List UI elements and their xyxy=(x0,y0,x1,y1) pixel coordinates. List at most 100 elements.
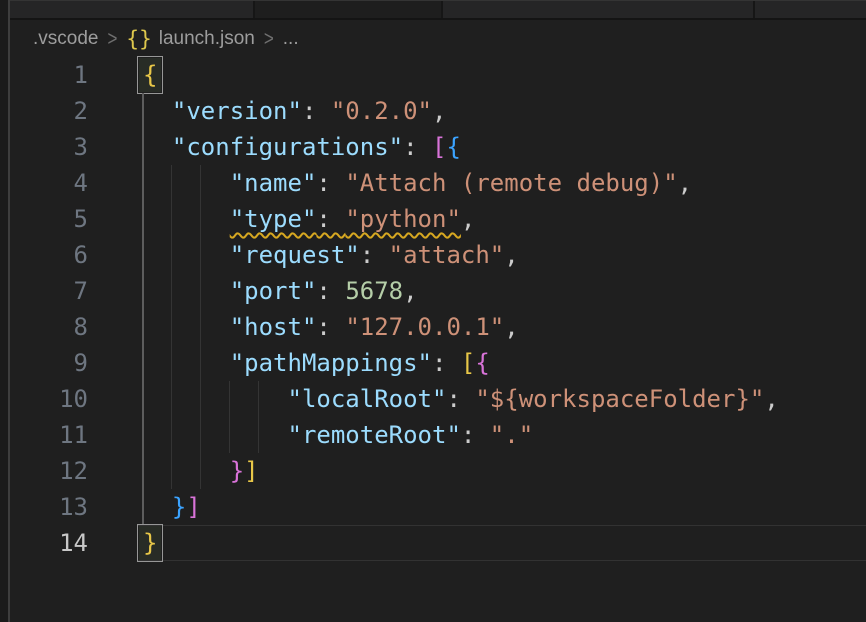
breadcrumb: .vscode > {} launch.json > ... xyxy=(10,21,866,57)
active-indent-guide xyxy=(142,381,144,417)
active-indent-guide xyxy=(142,345,144,381)
indent-guide xyxy=(171,417,172,453)
sidebar-edge xyxy=(0,0,8,622)
code-token: "attach" xyxy=(389,241,505,269)
breadcrumb-file[interactable]: launch.json xyxy=(159,28,255,50)
code-token: "request" xyxy=(230,241,360,269)
line-number[interactable]: 14 xyxy=(0,525,88,561)
active-indent-guide xyxy=(142,201,144,237)
code-token: ] xyxy=(244,457,258,485)
line-number[interactable]: 11 xyxy=(0,417,88,453)
code-text: "type": "python", xyxy=(143,201,475,237)
indent-guide xyxy=(200,273,201,309)
code-line[interactable]: 9 "pathMappings": [{ xyxy=(0,345,866,381)
code-token: "python" xyxy=(345,205,461,233)
code-text: "host": "127.0.0.1", xyxy=(143,309,519,345)
code-line[interactable]: 11 "remoteRoot": "." xyxy=(0,417,866,453)
code-token: , xyxy=(403,277,417,305)
code-token: , xyxy=(764,385,778,413)
code-line[interactable]: 13 }] xyxy=(0,489,866,525)
code-line[interactable]: 6 "request": "attach", xyxy=(0,237,866,273)
line-number[interactable]: 8 xyxy=(0,309,88,345)
indent-guide xyxy=(229,417,230,453)
indent-guide xyxy=(200,201,201,237)
code-token xyxy=(143,205,230,233)
line-number[interactable]: 5 xyxy=(0,201,88,237)
active-indent-guide xyxy=(142,489,144,525)
active-indent-guide xyxy=(142,309,144,345)
code-line[interactable]: 2 "version": "0.2.0", xyxy=(0,93,866,129)
active-indent-guide xyxy=(142,417,144,453)
code-line[interactable]: 12 }] xyxy=(0,453,866,489)
code-text: } xyxy=(143,525,157,561)
line-number[interactable]: 10 xyxy=(0,381,88,417)
code-token: : xyxy=(360,241,389,269)
active-indent-guide xyxy=(142,129,144,165)
tab-bar xyxy=(0,0,866,20)
active-indent-guide xyxy=(142,453,144,489)
indent-guide xyxy=(171,381,172,417)
code-line[interactable]: 4 "name": "Attach (remote debug)", xyxy=(0,165,866,201)
chevron-right-icon: > xyxy=(107,27,117,52)
line-number[interactable]: 13 xyxy=(0,489,88,525)
tab-separator xyxy=(441,1,443,18)
code-text: "port": 5678, xyxy=(143,273,418,309)
code-line[interactable]: 14} xyxy=(0,525,866,561)
code-token: : xyxy=(316,169,345,197)
indent-guide xyxy=(200,381,201,417)
code-token: , xyxy=(504,313,518,341)
tab-separator xyxy=(753,1,755,18)
code-token: , xyxy=(461,205,475,233)
indent-guide xyxy=(171,309,172,345)
line-number[interactable]: 1 xyxy=(0,57,88,93)
code-token: } xyxy=(230,457,244,485)
code-token xyxy=(143,421,288,449)
code-text: "request": "attach", xyxy=(143,237,519,273)
active-indent-guide xyxy=(142,165,144,201)
indent-guide xyxy=(200,345,201,381)
code-token: "remoteRoot" xyxy=(288,421,461,449)
code-text: "version": "0.2.0", xyxy=(143,93,446,129)
code-token: "port" xyxy=(230,277,317,305)
line-number[interactable]: 3 xyxy=(0,129,88,165)
active-indent-guide xyxy=(142,237,144,273)
code-line[interactable]: 8 "host": "127.0.0.1", xyxy=(0,309,866,345)
line-number[interactable]: 2 xyxy=(0,93,88,129)
line-number[interactable]: 12 xyxy=(0,453,88,489)
indent-guide xyxy=(200,453,201,489)
code-line[interactable]: 1{ xyxy=(0,57,866,93)
code-token: : xyxy=(302,97,331,125)
indent-guide xyxy=(171,273,172,309)
code-token xyxy=(143,169,230,197)
code-line[interactable]: 5 "type": "python", xyxy=(0,201,866,237)
active-tab-bottom[interactable] xyxy=(255,1,441,18)
code-line[interactable]: 7 "port": 5678, xyxy=(0,273,866,309)
code-token: "." xyxy=(490,421,533,449)
code-token: : xyxy=(403,133,432,161)
active-indent-guide xyxy=(142,273,144,309)
code-token: "pathMappings" xyxy=(230,349,432,377)
code-line[interactable]: 3 "configurations": [{ xyxy=(0,129,866,165)
indent-guide xyxy=(229,381,230,417)
line-number[interactable]: 9 xyxy=(0,345,88,381)
line-number[interactable]: 6 xyxy=(0,237,88,273)
matched-bracket: { xyxy=(139,58,161,92)
code-token: { xyxy=(446,133,460,161)
line-number[interactable]: 4 xyxy=(0,165,88,201)
code-token: , xyxy=(432,97,446,125)
code-token: , xyxy=(678,169,692,197)
sidebar-sash[interactable] xyxy=(8,0,10,622)
breadcrumb-folder[interactable]: .vscode xyxy=(33,28,98,50)
breadcrumb-symbol-placeholder[interactable]: ... xyxy=(283,28,299,50)
code-line[interactable]: 10 "localRoot": "${workspaceFolder}", xyxy=(0,381,866,417)
code-token: , xyxy=(504,241,518,269)
code-token: "type" xyxy=(230,205,317,233)
code-token: : xyxy=(446,385,475,413)
code-token: : xyxy=(461,421,490,449)
code-token xyxy=(143,313,230,341)
code-token: : xyxy=(432,349,461,377)
line-number[interactable]: 7 xyxy=(0,273,88,309)
indent-guide xyxy=(171,201,172,237)
code-editor[interactable]: 1{2 "version": "0.2.0",3 "configurations… xyxy=(0,57,866,561)
indent-guide xyxy=(200,165,201,201)
